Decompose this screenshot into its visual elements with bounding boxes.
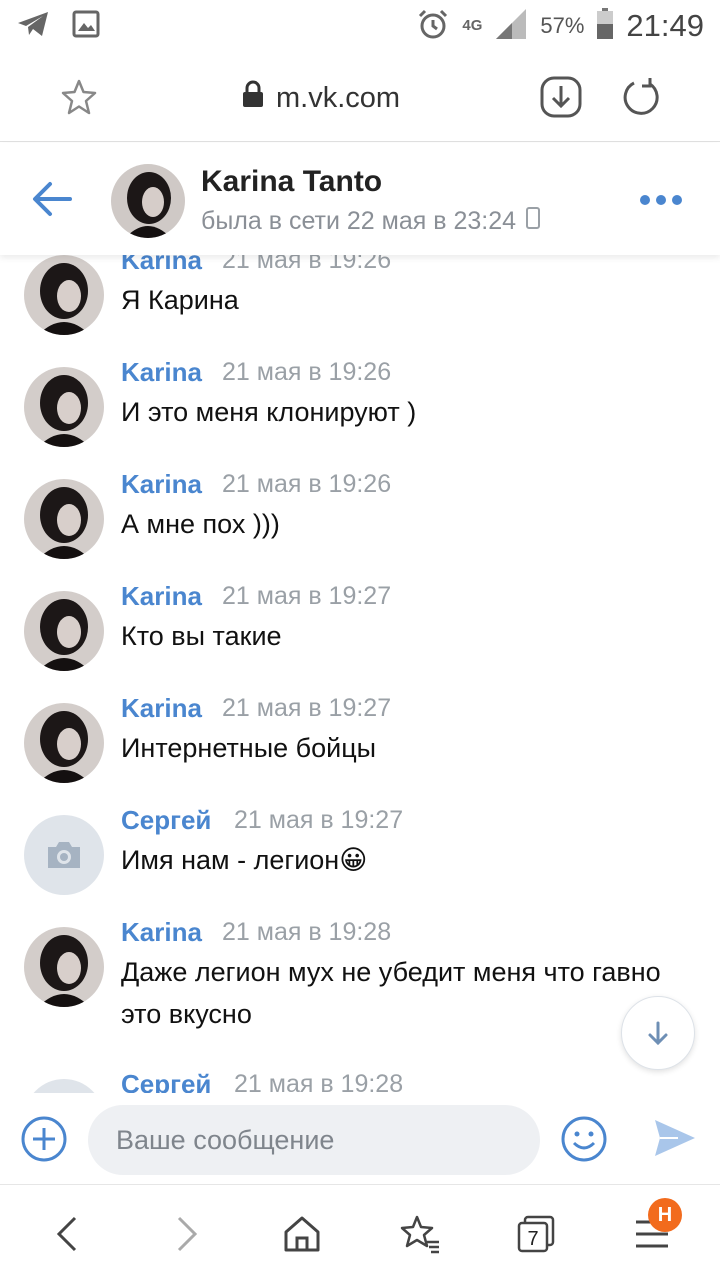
message-item[interactable]: Karina 21 мая в 19:27 Кто вы такие xyxy=(0,581,720,693)
back-arrow-icon[interactable] xyxy=(30,179,74,219)
message-text: Я Карина xyxy=(121,279,661,321)
message-time: 21 мая в 19:26 xyxy=(222,358,392,386)
battery-icon xyxy=(596,7,614,45)
last-seen-text: была в сети 22 мая в 23:24 xyxy=(201,207,517,235)
message-text: Интернетные бойцы xyxy=(121,727,661,769)
message-time: 21 мая в 19:27 xyxy=(222,694,392,722)
send-icon[interactable] xyxy=(652,1115,698,1166)
camera-avatar-icon[interactable] xyxy=(24,815,104,895)
avatar[interactable] xyxy=(24,367,104,447)
emoji-icon[interactable] xyxy=(560,1115,608,1168)
message-author[interactable]: Karina xyxy=(121,255,202,276)
message-time: 21 мая в 19:27 xyxy=(234,806,404,834)
clock: 21:49 xyxy=(626,8,704,43)
reload-icon[interactable] xyxy=(620,76,662,123)
tabs-count: 7 xyxy=(527,1228,538,1250)
avatar[interactable] xyxy=(24,591,104,671)
avatar[interactable] xyxy=(111,164,185,238)
url-text: m.vk.com xyxy=(276,81,401,114)
avatar[interactable] xyxy=(24,255,104,335)
camera-avatar-icon[interactable] xyxy=(24,1079,104,1093)
message-input[interactable] xyxy=(88,1105,540,1175)
message-text-content: Интернетные бойцы xyxy=(121,733,377,763)
last-seen-status: была в сети 22 мая в 23:24 xyxy=(201,207,541,236)
bookmarks-icon[interactable] xyxy=(398,1212,442,1256)
message-author[interactable]: Karina xyxy=(121,469,202,500)
signal-icon xyxy=(494,7,528,46)
browser-bottom-nav: 7 H xyxy=(0,1186,720,1280)
tabs-icon[interactable]: 7 xyxy=(514,1212,558,1256)
message-text: Даже легион мух не убедит меня что гавно… xyxy=(121,951,661,1035)
message-author[interactable]: Сергей xyxy=(121,1069,211,1093)
network-type: 4G xyxy=(462,17,483,34)
message-time: 21 мая в 19:28 xyxy=(234,1070,404,1093)
message-author[interactable]: Karina xyxy=(121,357,202,388)
battery-percent: 57% xyxy=(540,13,585,38)
message-author[interactable]: Karina xyxy=(121,581,202,612)
message-list[interactable]: Karina 21 мая в 19:26 Я Карина Karina 21 мая… xyxy=(0,255,720,1093)
forward-icon[interactable] xyxy=(164,1212,208,1256)
scroll-down-button[interactable] xyxy=(621,996,695,1070)
message-item[interactable]: Karina 21 мая в 19:27 Интернетные бойцы xyxy=(0,693,720,805)
avatar[interactable] xyxy=(24,703,104,783)
status-bar: 4G 57% 21:49 xyxy=(0,0,720,52)
download-icon[interactable] xyxy=(540,76,582,123)
message-text: Имя нам - легион😀 xyxy=(121,839,661,881)
message-text-content: Имя нам - легион xyxy=(121,845,340,875)
message-text-content: Даже легион мух не убедит меня что гавно… xyxy=(121,957,661,1029)
contact-name[interactable]: Karina Tanto xyxy=(201,165,382,199)
message-text-content: И это меня клонируют ) xyxy=(121,397,417,427)
message-text-content: А мне пох ))) xyxy=(121,509,280,539)
message-author[interactable]: Karina xyxy=(121,693,202,724)
address-bar[interactable]: m.vk.com xyxy=(242,80,400,116)
message-item[interactable]: Сергей 21 мая в 19:27 Имя нам - легион😀 xyxy=(0,805,720,917)
message-item[interactable]: Karina 21 мая в 19:26 Я Карина xyxy=(0,255,720,357)
message-author[interactable]: Сергей xyxy=(121,805,211,836)
avatar[interactable] xyxy=(24,927,104,1007)
home-icon[interactable] xyxy=(280,1212,324,1256)
message-time: 21 мая в 19:26 xyxy=(222,470,392,498)
message-item[interactable]: Karina 21 мая в 19:28 Даже легион мух не у… xyxy=(0,917,720,1029)
star-icon[interactable] xyxy=(60,78,98,121)
message-text-content: Кто вы такие xyxy=(121,621,282,651)
message-item[interactable]: Karina 21 мая в 19:26 И это меня клонируют… xyxy=(0,357,720,469)
message-text: А мне пох ))) xyxy=(121,503,661,545)
lock-icon xyxy=(242,80,264,116)
message-text-content: Я Карина xyxy=(121,285,239,315)
avatar[interactable] xyxy=(24,479,104,559)
message-text: Кто вы такие xyxy=(121,615,661,657)
add-attachment-icon[interactable] xyxy=(20,1115,68,1168)
telegram-icon xyxy=(16,10,50,43)
message-text: И это меня клонируют ) xyxy=(121,391,661,433)
message-time: 21 мая в 19:28 xyxy=(222,918,392,946)
message-time: 21 мая в 19:26 xyxy=(222,255,392,274)
emoji: 😀 xyxy=(339,845,368,875)
alarm-icon xyxy=(416,7,450,46)
message-item[interactable]: Сергей 21 мая в 19:28 xyxy=(0,1069,720,1093)
mobile-icon xyxy=(526,207,541,236)
back-icon[interactable] xyxy=(46,1212,90,1256)
message-time: 21 мая в 19:27 xyxy=(222,582,392,610)
more-options-icon[interactable] xyxy=(640,193,684,207)
image-icon xyxy=(72,10,100,43)
browser-toolbar: m.vk.com xyxy=(0,52,720,142)
message-author[interactable]: Karina xyxy=(121,917,202,948)
notification-badge: H xyxy=(648,1198,682,1232)
message-item[interactable]: Karina 21 мая в 19:26 А мне пох ))) xyxy=(0,469,720,581)
message-composer xyxy=(0,1093,720,1185)
chat-header: Karina Tanto была в сети 22 мая в 23:24 xyxy=(0,143,720,255)
